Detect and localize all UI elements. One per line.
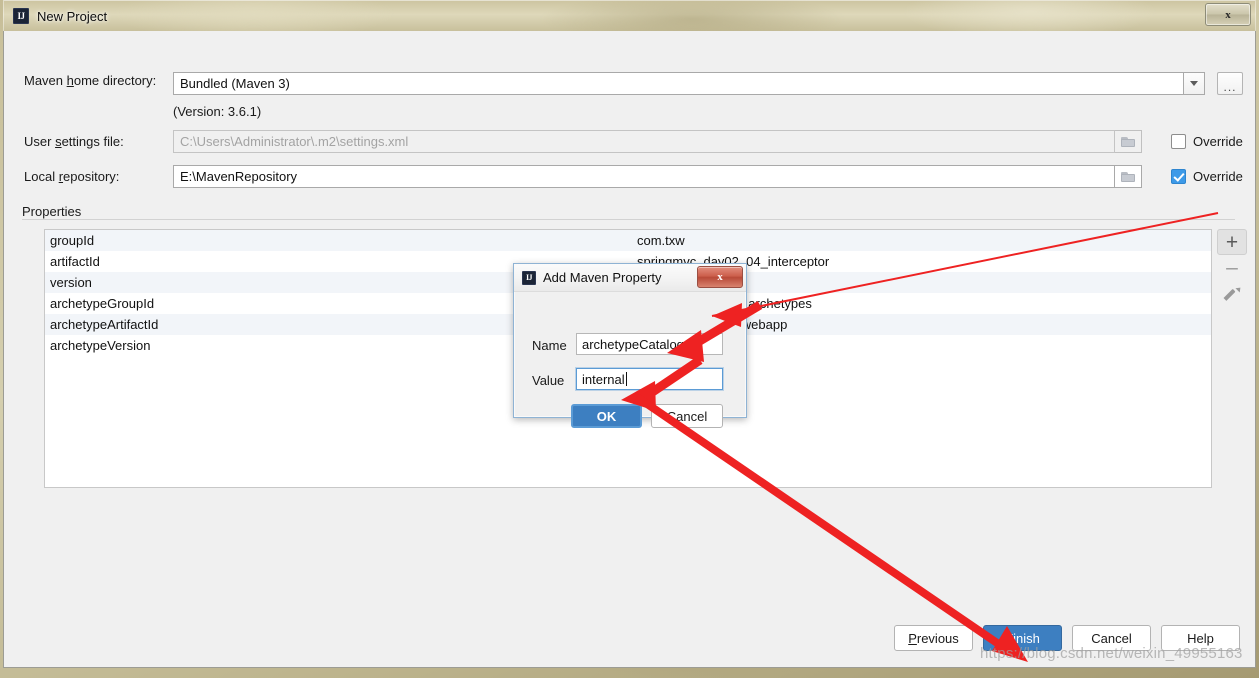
intellij-idea-icon: [13, 8, 29, 24]
local-repository-override-label: Override: [1193, 169, 1243, 184]
local-repository-input[interactable]: E:\MavenRepository: [173, 165, 1115, 188]
local-repo-override-toggle[interactable]: Override: [1171, 169, 1243, 184]
local-repository-label: Local repository:: [24, 169, 120, 184]
maven-home-input[interactable]: Bundled (Maven 3): [173, 72, 1184, 95]
pencil-icon[interactable]: [1217, 281, 1247, 307]
text-caret: [625, 372, 627, 386]
local-repository-override-checkbox[interactable]: [1171, 169, 1186, 184]
properties-group-label: Properties: [22, 204, 88, 219]
properties-group-divider: [22, 219, 1235, 220]
ok-button[interactable]: OK: [571, 404, 642, 428]
add-maven-property-dialog: Add Maven Property x Name archetypeCatal…: [513, 263, 747, 428]
window-title: New Project: [37, 8, 108, 24]
properties-toolbar: + –: [1212, 229, 1252, 488]
previous-button[interactable]: Previous: [894, 625, 973, 651]
folder-icon[interactable]: [1115, 165, 1142, 188]
local-repo-field-row[interactable]: E:\MavenRepository: [173, 165, 1142, 188]
property-value: com.txw: [637, 233, 685, 248]
name-field[interactable]: archetypeCatalog: [576, 333, 723, 355]
modal-title: Add Maven Property: [543, 270, 662, 285]
user-settings-override-checkbox[interactable]: [1171, 134, 1186, 149]
maven-home-label: Maven home directory:: [24, 73, 157, 88]
value-label: Value: [532, 373, 565, 388]
folder-icon[interactable]: [1115, 130, 1142, 153]
user-settings-input[interactable]: C:\Users\Administrator\.m2\settings.xml: [173, 130, 1115, 153]
table-row[interactable]: groupId com.txw: [45, 230, 1211, 251]
property-key: groupId: [50, 233, 95, 248]
window-titlebar: New Project x: [3, 0, 1256, 31]
user-settings-label-row: User settings file:: [24, 134, 124, 149]
close-icon[interactable]: x: [1205, 3, 1251, 26]
modal-body: Name archetypeCatalog Value internal OK …: [514, 292, 746, 428]
local-repo-label-row: Local repository:: [24, 169, 119, 184]
chevron-down-icon[interactable]: [1184, 72, 1205, 95]
maven-version-note: (Version: 3.6.1): [173, 104, 262, 119]
intellij-idea-icon: [522, 270, 536, 285]
watermark: https://blog.csdn.net/weixin_49955163: [980, 645, 1243, 662]
maven-version-note-row: (Version: 3.6.1): [173, 104, 261, 119]
user-settings-label: User settings file:: [24, 134, 124, 149]
modal-cancel-button[interactable]: Cancel: [651, 404, 723, 428]
value-field[interactable]: internal: [576, 368, 723, 390]
user-settings-override-label: Override: [1193, 134, 1243, 149]
maven-home-label-row: Maven home directory:: [24, 73, 156, 88]
maven-home-combo[interactable]: Bundled (Maven 3): [173, 72, 1205, 95]
name-label: Name: [532, 338, 567, 353]
user-settings-override-toggle[interactable]: Override: [1171, 134, 1243, 149]
close-icon[interactable]: x: [697, 266, 743, 288]
remove-property-button[interactable]: –: [1217, 255, 1247, 281]
modal-titlebar: Add Maven Property x: [514, 264, 746, 292]
add-property-button[interactable]: +: [1217, 229, 1247, 255]
user-settings-field-row[interactable]: C:\Users\Administrator\.m2\settings.xml: [173, 130, 1142, 153]
maven-home-browse-button[interactable]: ...: [1217, 72, 1243, 95]
